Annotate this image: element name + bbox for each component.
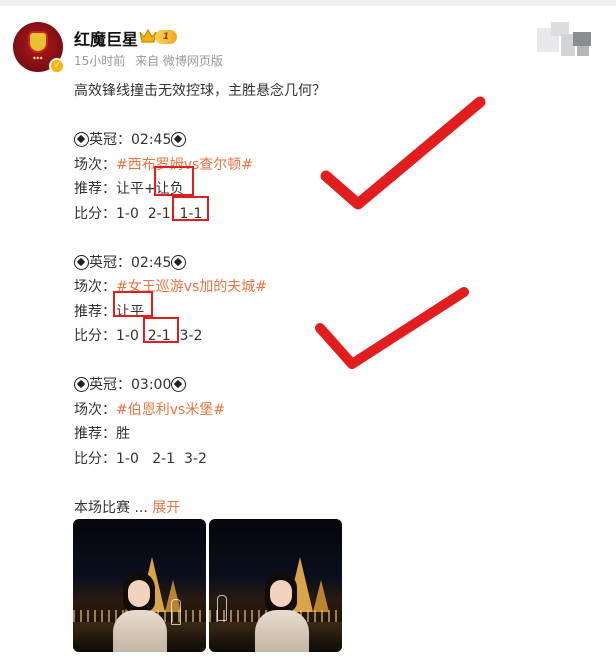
soccer-ball-icon (171, 377, 187, 392)
match-2-league-text: 英冠：02:45 (89, 254, 172, 271)
match-2-league: 英冠：02:45 (74, 251, 326, 276)
soccer-ball-icon (74, 377, 89, 392)
post-source: 来自 微博网页版 (135, 54, 223, 68)
pick-label: 推荐： (74, 303, 116, 320)
score-label: 比分： (74, 205, 116, 222)
match-3-score: 比分：1-0 2-1 3-2 (74, 447, 326, 472)
person-figure (103, 572, 173, 652)
post-image-1[interactable] (73, 519, 206, 652)
match-3-league: 英冠：03:00 (74, 373, 326, 398)
match-2-pick: 推荐：让平 (74, 300, 326, 325)
match-3-pick: 推荐：胜 (74, 422, 326, 447)
soccer-ball-icon (171, 254, 187, 270)
soccer-ball-icon (74, 132, 89, 147)
highlight-box-match-2-score (143, 317, 179, 343)
post-meta: 15小时前 来自 微博网页版 (74, 52, 229, 69)
wine-glass (171, 599, 181, 625)
match-3-score-values: 1-0 2-1 3-2 (116, 450, 207, 467)
post-footer: 本场比赛 ... 展开 (74, 496, 326, 521)
ellipsis: ... (134, 499, 148, 516)
highlight-box-match-1-pick (154, 166, 194, 196)
blurred-follow-area (533, 20, 593, 60)
wine-glass (217, 595, 227, 621)
pick-label: 推荐： (74, 426, 116, 442)
match-1-fixture: 场次：#西布罗姆vs查尔顿# (74, 153, 326, 178)
crest-text-icon: ◆◆◆ (32, 54, 44, 60)
highlight-box-match-1-score (172, 196, 209, 221)
match-3-fixture: 场次：#伯恩利vs米堡# (74, 398, 326, 423)
username[interactable]: 红魔巨星 (74, 26, 138, 50)
highlight-box-match-2-pick (113, 291, 153, 317)
post-image-2[interactable] (209, 519, 342, 652)
soccer-ball-icon (171, 132, 187, 147)
match-2-score: 比分：1-0 2-1 3-2 (74, 324, 326, 349)
score-label: 比分： (74, 328, 116, 344)
club-crest-icon (28, 30, 48, 53)
expand-link[interactable]: 展开 (152, 500, 180, 516)
match-1-league-text: 英冠：02:45 (89, 132, 172, 148)
person-figure (245, 572, 315, 652)
score-label: 比分： (74, 450, 116, 467)
verified-badge-icon: ✓ (49, 58, 65, 74)
temple-shape (313, 580, 329, 612)
fixture-label: 场次： (74, 401, 116, 418)
top-bar (0, 0, 616, 6)
footer-text: 本场比赛 (74, 499, 130, 516)
match-3-topic-link[interactable]: #伯恩利vs米堡# (116, 402, 225, 418)
checkmark-icon (320, 96, 486, 210)
match-1-league: 英冠：02:45 (74, 128, 326, 153)
fixture-label: 场次： (74, 279, 116, 295)
match-3-league-text: 英冠：03:00 (89, 377, 172, 393)
match-2-fixture: 场次：#女王巡游vs加的夫城# (74, 275, 326, 300)
match-3-pick-value: 胜 (116, 426, 130, 442)
pick-label: 推荐： (74, 181, 116, 197)
soccer-ball-icon (74, 254, 89, 270)
checkmark-icon (315, 287, 469, 369)
post-content: 高效锋线撞击无效控球，主胜悬念几何？ 英冠：02:45 场次：#西布罗姆vs查尔… (74, 79, 326, 520)
fixture-label: 场次： (74, 156, 116, 173)
user-level-badge: 1 (155, 30, 177, 44)
post-headline: 高效锋线撞击无效控球，主胜悬念几何？ (74, 83, 326, 99)
post-time[interactable]: 15小时前 (74, 54, 125, 68)
